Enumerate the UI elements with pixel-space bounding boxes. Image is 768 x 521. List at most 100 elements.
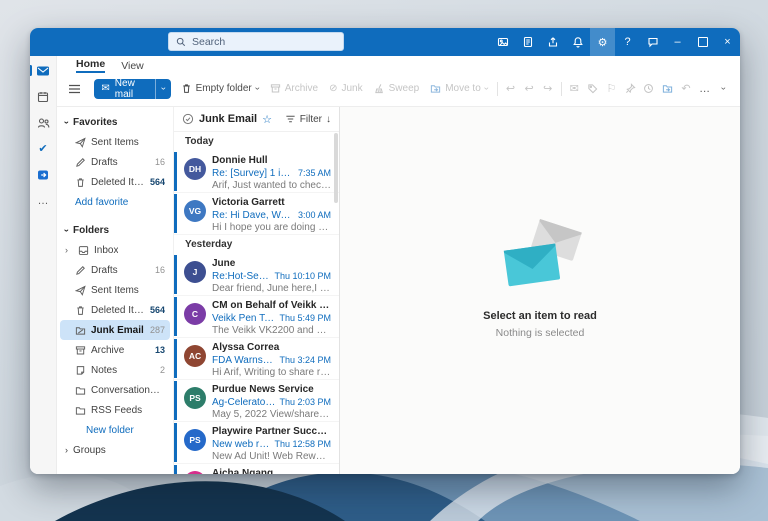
archive-icon [270, 84, 280, 93]
sidebar-item-sent-folder[interactable]: Sent Items [60, 280, 170, 300]
favorites-section-header[interactable]: › Favorites [60, 112, 170, 132]
avatar: AN [184, 471, 206, 474]
block-icon: ⊘ [329, 83, 338, 94]
new-folder-link[interactable]: New folder [60, 420, 170, 440]
list-title: Junk Email [199, 113, 258, 125]
read-unread-icon[interactable]: ✉ [565, 79, 583, 99]
chevron-down-icon: › [62, 120, 72, 124]
sidebar-item-inbox[interactable]: › Inbox [60, 240, 170, 260]
pencil-icon [76, 157, 85, 167]
sidebar-item-deleted-folder[interactable]: Deleted Items564 [60, 300, 170, 320]
pin-icon[interactable] [621, 79, 639, 99]
message-time: 3:00 AM [297, 210, 331, 220]
calendar-app-icon[interactable] [35, 89, 51, 104]
message-list-item[interactable]: VG Victoria Garrett Re: Hi Dave, Wanted … [174, 193, 339, 235]
todo-app-icon[interactable]: ✔ [35, 141, 51, 156]
message-preview: Hi Arif, Writing to share recent news ..… [212, 367, 331, 378]
move-to-button[interactable]: Move to › [425, 79, 493, 99]
message-list-item[interactable]: PS Purdue News Service Ag-Celerator fund… [174, 380, 339, 422]
junk-button[interactable]: ⊘ Junk [324, 79, 368, 99]
bell-icon[interactable] [565, 28, 590, 56]
tab-view[interactable]: View [121, 60, 144, 73]
empty-folder-button[interactable]: Empty folder › [176, 79, 264, 99]
date-group-header[interactable]: Yesterday [174, 235, 339, 254]
sidebar-item-drafts[interactable]: Drafts 16 [60, 152, 170, 172]
avatar: C [184, 303, 206, 325]
message-list-item[interactable]: DH Donnie Hull Re: [Survey] 1 in 5 retir… [174, 151, 339, 193]
message-preview: Dear friend, June here,I wish you hav... [212, 283, 331, 294]
mail-app-icon[interactable] [30, 63, 51, 78]
undo-icon[interactable]: ↶ [677, 79, 695, 99]
message-sender: Playwire Partner Success [212, 426, 331, 437]
share-icon[interactable] [540, 28, 565, 56]
message-list-item[interactable]: J June Re:Hot-Selling desk a...Thu 10:10… [174, 254, 339, 296]
categorize-icon[interactable] [584, 79, 602, 99]
archive-button[interactable]: Archive [265, 79, 323, 99]
help-icon[interactable]: ? [615, 28, 640, 56]
maximize-icon[interactable] [690, 28, 715, 56]
trash-icon [77, 177, 84, 187]
reply-all-icon[interactable]: ↩ [520, 79, 538, 99]
tab-home[interactable]: Home [76, 58, 106, 73]
expand-icon[interactable]: › [65, 245, 73, 255]
sidebar-item-drafts-folder[interactable]: Drafts 16 [60, 260, 170, 280]
select-all-icon[interactable] [182, 113, 194, 125]
add-favorite-link[interactable]: Add favorite [60, 192, 170, 212]
date-group-header[interactable]: Today [174, 132, 339, 151]
favorite-star-icon[interactable]: ☆ [262, 113, 272, 126]
trash-icon [77, 305, 84, 315]
search-placeholder: Search [192, 35, 226, 48]
list-scrollbar[interactable] [334, 133, 338, 203]
gear-icon[interactable]: ⚙ [590, 28, 615, 56]
sidebar-item-rss-feeds[interactable]: RSS Feeds [60, 400, 170, 420]
sidebar-item-deleted-items[interactable]: Deleted Items564 [60, 172, 170, 192]
groups-section-header[interactable]: › Groups [60, 440, 170, 460]
search-input[interactable]: Search [168, 32, 344, 51]
feedback-icon[interactable] [640, 28, 665, 56]
note-icon[interactable] [515, 28, 540, 56]
message-preview: New Ad Unit! Web Rewarded Video ... [212, 451, 331, 462]
chevron-down-icon: › [62, 228, 72, 232]
message-sender: CM on Behalf of Veikk Pen Tablets [212, 300, 331, 311]
message-time: Thu 12:58 PM [274, 439, 331, 449]
titlebar[interactable]: Search ⚙ ? – × [30, 28, 740, 56]
folders-section-header[interactable]: › Folders [60, 220, 170, 240]
empty-state-subtitle: Nothing is selected [495, 326, 585, 339]
filter-button[interactable]: Filter ↓ [285, 114, 331, 125]
sidebar-item-archive[interactable]: Archive 13 [60, 340, 170, 360]
move-folder-icon[interactable] [659, 79, 677, 99]
close-icon[interactable]: × [715, 28, 740, 56]
pencil-icon [76, 265, 85, 275]
message-sender: Aicha Ngang [212, 468, 274, 474]
new-mail-button[interactable]: ✉ New mail › [94, 78, 171, 99]
new-mail-dropdown[interactable]: › [155, 78, 171, 99]
collapse-ribbon-icon[interactable]: › [714, 79, 732, 99]
sweep-button[interactable]: Sweep [369, 79, 425, 99]
hamburger-menu-icon[interactable] [65, 79, 84, 99]
forward-icon[interactable]: ↪ [539, 79, 557, 99]
snooze-icon[interactable] [640, 79, 658, 99]
message-list-item[interactable]: PS Playwire Partner Success New web rewa… [174, 422, 339, 464]
sidebar-item-notes[interactable]: Notes 2 [60, 360, 170, 380]
folder-icon [75, 386, 86, 395]
minimize-icon[interactable]: – [665, 28, 690, 56]
sidebar-item-sent-items[interactable]: Sent Items [60, 132, 170, 152]
media-icon[interactable] [490, 28, 515, 56]
reply-icon[interactable]: ↩ [502, 79, 520, 99]
avatar: DH [184, 158, 206, 180]
rail-ellipsis-icon[interactable]: … [35, 193, 51, 208]
message-list-item[interactable]: C CM on Behalf of Veikk Pen Tablets Veik… [174, 296, 339, 338]
junk-folder-icon [75, 326, 86, 335]
sidebar-item-conversation-history[interactable]: Conversation His... [60, 380, 170, 400]
message-list-item[interactable]: AN Aicha Ngang Introducing you to th...T… [174, 464, 339, 474]
people-app-icon[interactable] [35, 115, 51, 130]
more-options-icon[interactable]: … [696, 79, 714, 99]
sidebar-item-junk-email[interactable]: Junk Email 287 [60, 320, 170, 340]
message-subject: New web rewarded v... [212, 439, 270, 450]
more-apps-app-icon[interactable] [35, 167, 51, 182]
message-list-item[interactable]: AC Alyssa Correa FDA Warns of Counte... T… [174, 338, 339, 380]
message-time: 7:35 AM [297, 168, 331, 178]
empty-state-title: Select an item to read [483, 309, 597, 322]
message-list: Junk Email ☆ Filter ↓ Today DH Donnie Hu… [173, 107, 340, 474]
flag-icon[interactable]: ⚐ [603, 79, 621, 99]
